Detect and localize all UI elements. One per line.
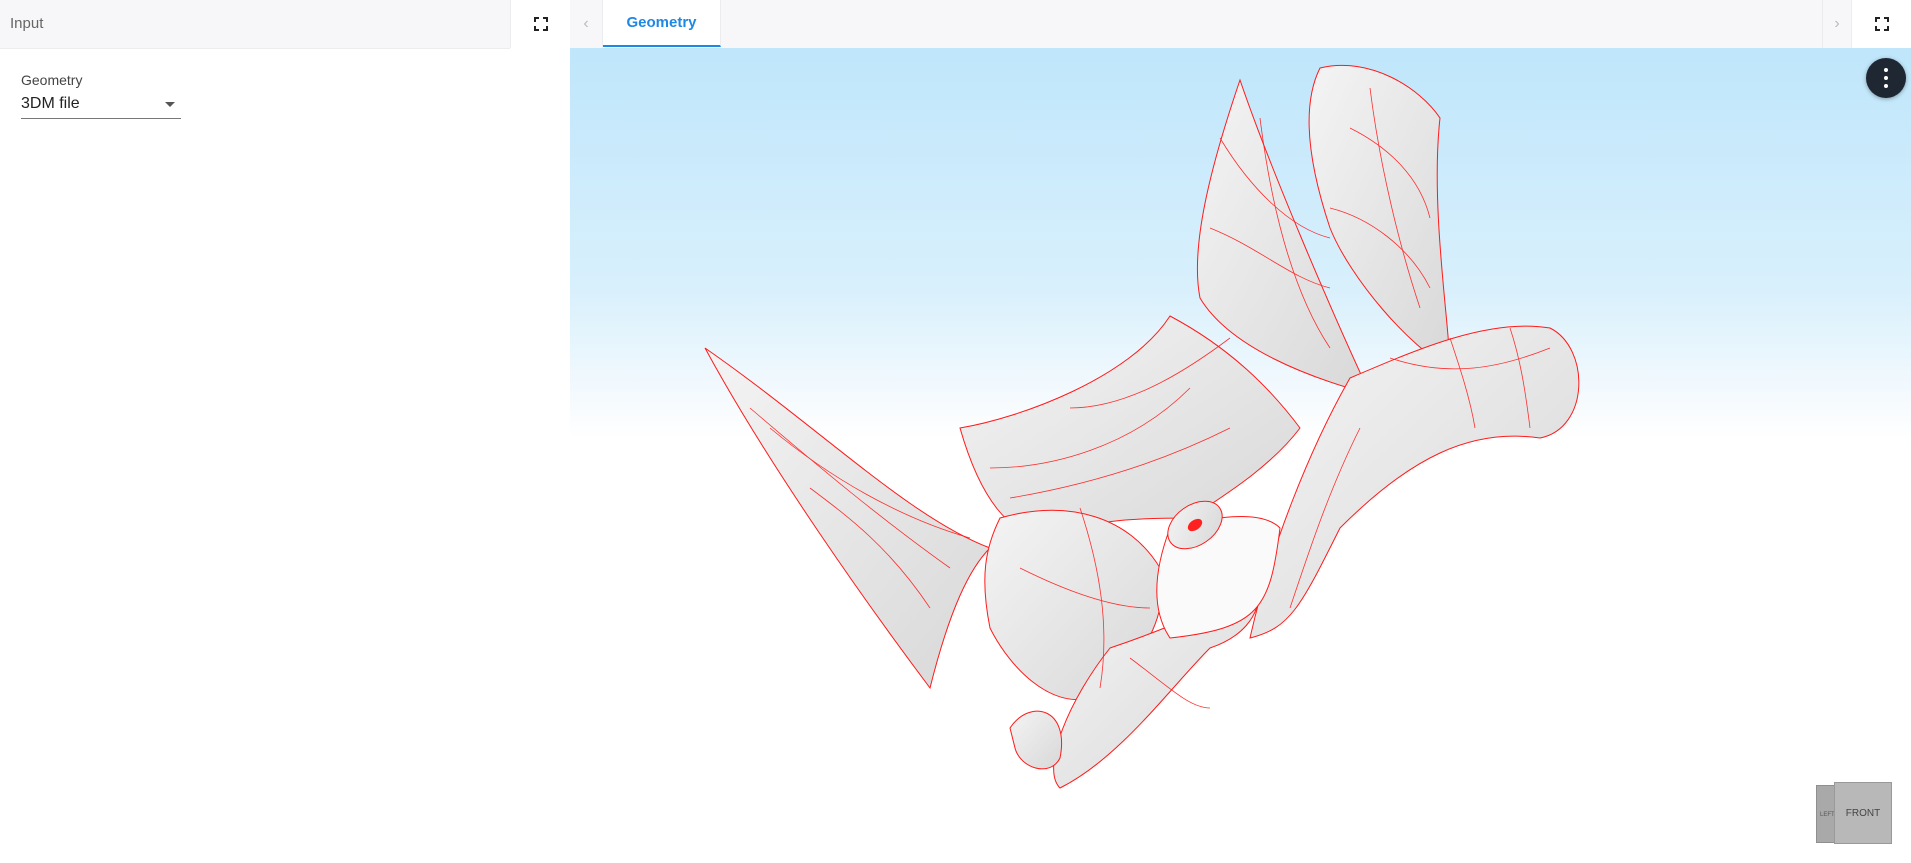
- geometry-select[interactable]: 3DM file: [21, 92, 181, 119]
- shoulder-surface: [1249, 325, 1580, 639]
- output-panel: ‹ Geometry › LEFT FRONT: [570, 0, 1911, 863]
- panel-title: Input: [10, 15, 44, 32]
- rhino-logo-model: [704, 64, 1580, 789]
- tab-prev-button[interactable]: ‹: [570, 0, 603, 48]
- geometry-select-value: 3DM file: [21, 95, 80, 112]
- input-panel: Input Geometry 3DM file: [0, 0, 571, 863]
- nav-cube-front-face[interactable]: FRONT: [1834, 782, 1892, 844]
- viewer-menu-button[interactable]: [1866, 58, 1906, 98]
- nav-cube-left-face[interactable]: LEFT: [1816, 785, 1836, 843]
- navigation-cube[interactable]: LEFT FRONT: [1816, 782, 1892, 844]
- tab-geometry[interactable]: Geometry: [603, 0, 721, 47]
- geometry-field-label: Geometry: [21, 72, 83, 88]
- horn-surface: [704, 347, 991, 690]
- fullscreen-icon: [1875, 17, 1889, 31]
- dropdown-arrow-icon: [165, 102, 175, 107]
- more-vertical-icon: [1884, 66, 1888, 90]
- 3d-viewport[interactable]: LEFT FRONT: [570, 48, 1911, 863]
- tab-bar: ‹ Geometry ›: [570, 0, 1911, 49]
- nav-cube-left-label: LEFT: [1820, 812, 1835, 818]
- head-surface: [959, 315, 1301, 539]
- geometry-field: Geometry 3DM file: [21, 72, 181, 119]
- expand-input-panel-button[interactable]: [510, 0, 571, 48]
- chin-surface: [1009, 710, 1062, 770]
- input-panel-header: Input: [0, 0, 510, 49]
- tab-next-button[interactable]: ›: [1822, 0, 1851, 48]
- fullscreen-icon: [534, 17, 548, 31]
- expand-output-panel-button[interactable]: [1851, 0, 1911, 48]
